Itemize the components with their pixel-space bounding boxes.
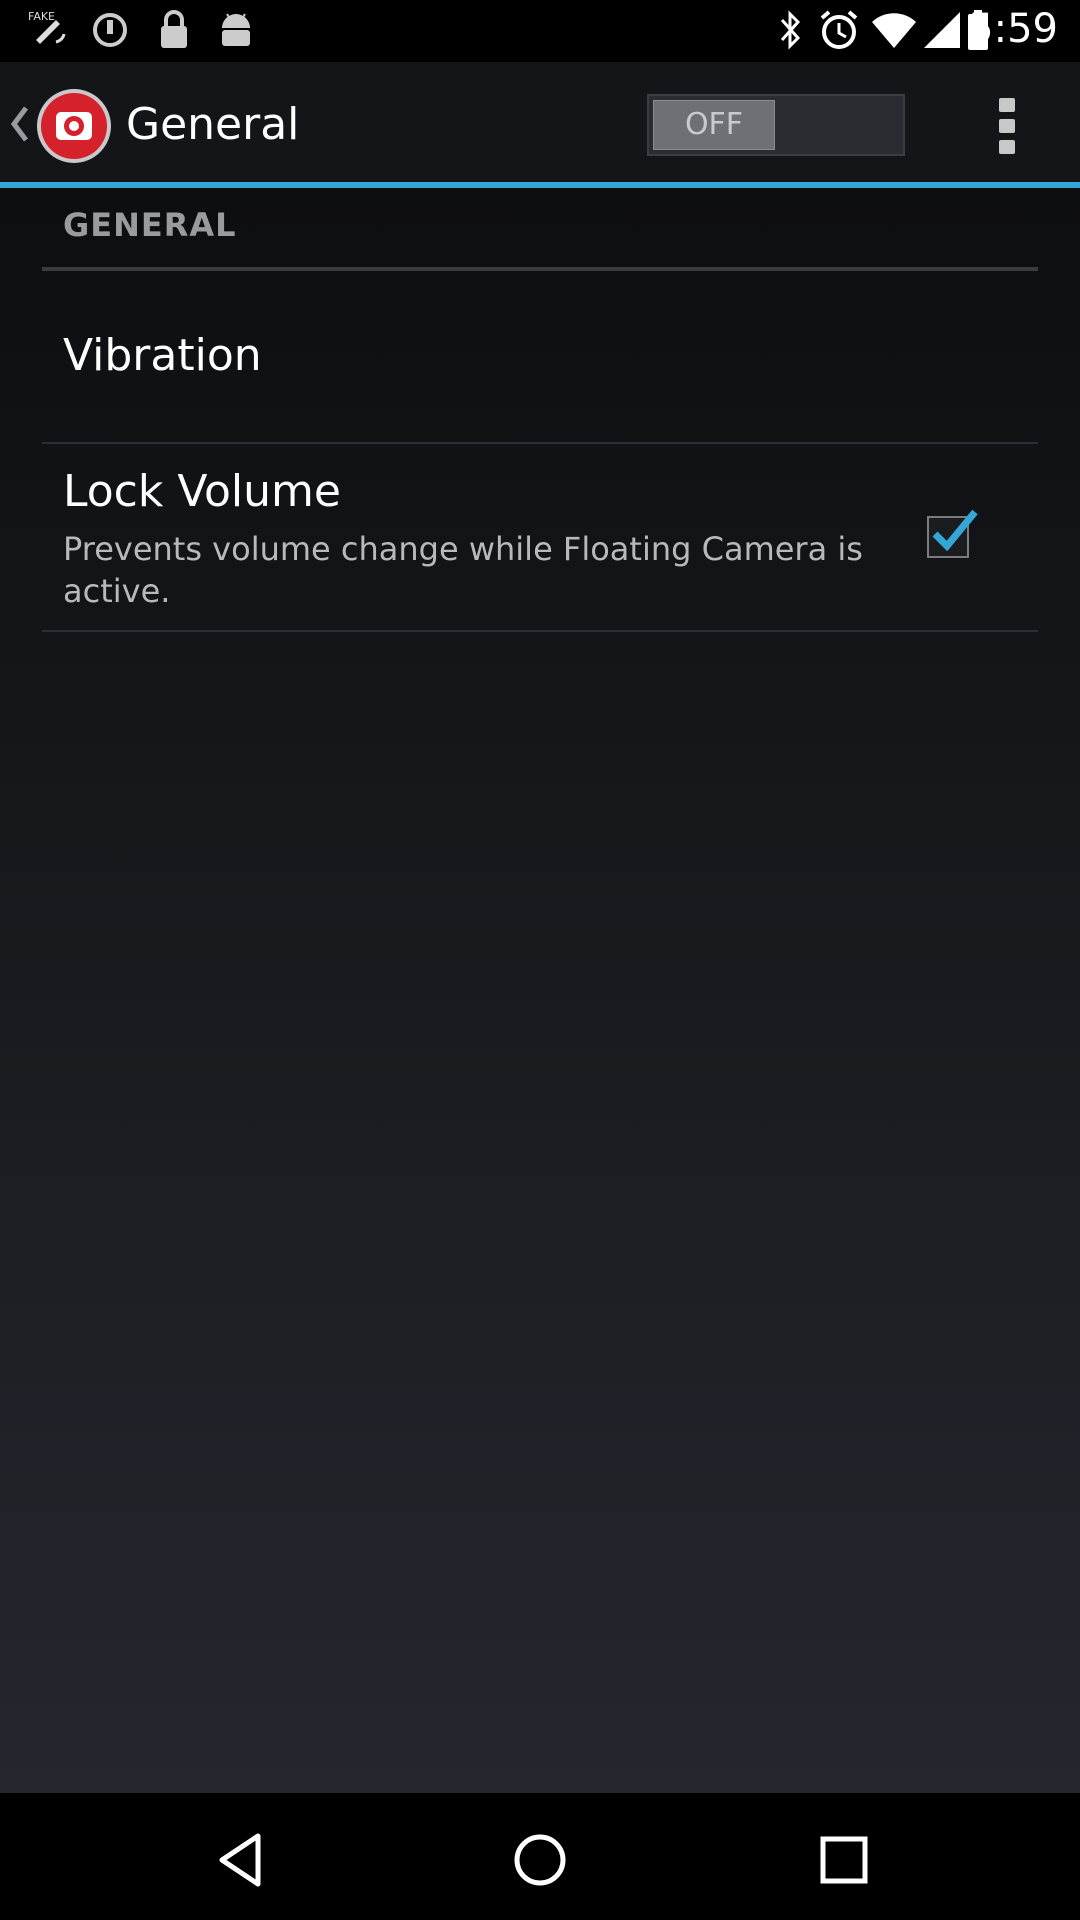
bluetooth-icon: [780, 10, 801, 50]
lock-volume-checkbox[interactable]: [927, 509, 978, 558]
vibration-setting[interactable]: Vibration: [63, 330, 262, 381]
lock-volume-setting[interactable]: Lock Volume: [63, 466, 341, 517]
back-chevron-icon[interactable]: [8, 102, 30, 146]
list-divider: [42, 630, 1038, 632]
svg-text:FAKE: FAKE: [28, 10, 55, 23]
home-icon[interactable]: [512, 1832, 568, 1888]
master-toggle[interactable]: OFF: [647, 94, 905, 156]
fake-gps-icon: FAKE: [28, 10, 66, 44]
page-title: General: [126, 99, 300, 150]
back-icon[interactable]: [212, 1832, 268, 1888]
alarm-icon: [820, 10, 858, 49]
android-icon: [222, 13, 250, 46]
list-divider: [42, 442, 1038, 444]
toggle-label: OFF: [653, 100, 775, 150]
section-divider: [42, 267, 1038, 271]
lock-volume-summary: Prevents volume change while Floating Ca…: [63, 530, 863, 610]
wifi-icon: [872, 13, 916, 48]
status-bar: FAKE 5:59: [0, 0, 1080, 62]
data-saver-icon: [93, 13, 127, 47]
checkmark-icon: [932, 509, 978, 552]
overflow-menu-icon[interactable]: [990, 98, 1024, 154]
settings-list: [0, 188, 1080, 1793]
signal-icon: [924, 12, 960, 48]
lock-icon: [161, 10, 187, 48]
section-header: GENERAL: [63, 206, 237, 244]
status-time: 5:59: [968, 6, 1058, 52]
app-camera-icon[interactable]: [36, 88, 112, 164]
recents-icon[interactable]: [816, 1832, 872, 1888]
